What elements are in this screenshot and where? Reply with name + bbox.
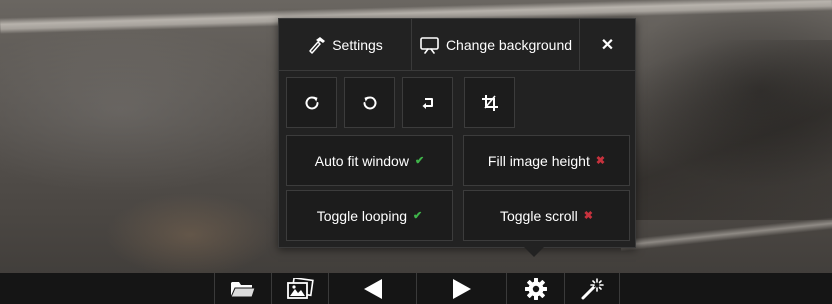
rotate-cw-icon xyxy=(305,95,318,109)
tab-change-background[interactable]: Change background xyxy=(412,19,580,71)
right-triangle-icon xyxy=(452,278,471,299)
gallery-button[interactable] xyxy=(271,273,328,304)
flip-icon xyxy=(422,97,433,109)
previous-button[interactable] xyxy=(328,273,416,304)
auto-fit-window-label: Auto fit window xyxy=(314,152,409,169)
check-icon: ✔ xyxy=(413,210,423,222)
close-button[interactable]: ✕ xyxy=(580,19,635,71)
gear-icon xyxy=(524,277,547,300)
rotate-counterclockwise-button[interactable] xyxy=(344,77,395,128)
tab-settings[interactable]: Settings xyxy=(279,19,412,71)
crop-button[interactable] xyxy=(464,77,515,128)
settings-panel-header: Settings Change background ✕ xyxy=(279,19,635,71)
fill-image-height-toggle[interactable]: Fill image height ✖ xyxy=(463,135,630,186)
toolbar-divider xyxy=(619,273,620,304)
tab-settings-label: Settings xyxy=(332,37,383,53)
check-icon: ✔ xyxy=(414,155,425,167)
toggle-scroll-label: Toggle scroll xyxy=(499,207,578,224)
toggle-looping-label: Toggle looping xyxy=(316,207,408,224)
magic-wand-icon xyxy=(581,277,604,299)
next-button[interactable] xyxy=(416,273,506,304)
hammer-icon xyxy=(309,37,326,54)
cross-icon: ✖ xyxy=(583,210,594,222)
easel-icon xyxy=(420,37,439,54)
fill-image-height-label: Fill image height xyxy=(487,152,590,169)
rotate-clockwise-button[interactable] xyxy=(286,77,337,128)
crop-icon xyxy=(481,94,498,111)
images-icon xyxy=(287,277,314,299)
effects-button[interactable] xyxy=(564,273,619,304)
settings-button[interactable] xyxy=(506,273,564,304)
auto-fit-window-toggle[interactable]: Auto fit window ✔ xyxy=(286,135,453,186)
flip-button[interactable] xyxy=(402,77,453,128)
folder-icon xyxy=(230,281,256,297)
settings-panel: Settings Change background ✕ Auto fit wi… xyxy=(278,18,636,248)
close-icon: ✕ xyxy=(600,37,615,54)
settings-panel-pointer xyxy=(524,247,544,257)
open-folder-button[interactable] xyxy=(214,273,271,304)
tab-change-background-label: Change background xyxy=(445,37,573,53)
toggle-looping-toggle[interactable]: Toggle looping ✔ xyxy=(286,190,453,241)
bottom-toolbar xyxy=(0,273,832,304)
toggle-scroll-toggle[interactable]: Toggle scroll ✖ xyxy=(463,190,630,241)
cross-icon: ✖ xyxy=(595,155,606,167)
rotate-ccw-icon xyxy=(363,95,376,109)
left-triangle-icon xyxy=(363,278,382,299)
